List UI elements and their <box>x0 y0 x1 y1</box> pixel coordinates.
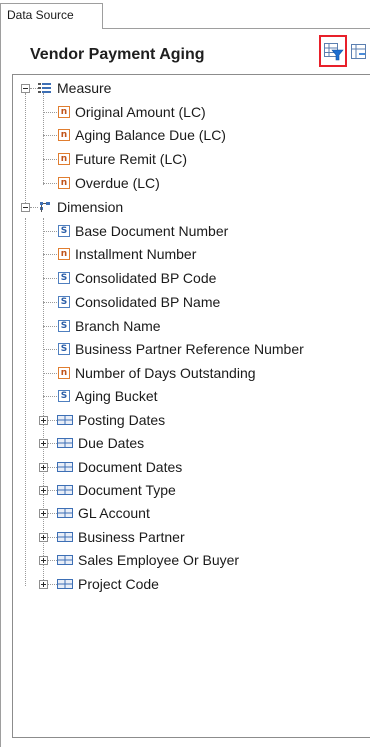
group-due-dates[interactable]: Due Dates <box>57 433 144 453</box>
string-field-icon: S <box>58 272 70 284</box>
expand-toggle[interactable] <box>39 533 48 542</box>
group-project-code[interactable]: Project Code <box>57 574 159 594</box>
field-consolidated-bp-code[interactable]: S Consolidated BP Code <box>58 268 216 288</box>
expand-toggle[interactable] <box>39 439 48 448</box>
tree-node-measure[interactable]: Measure <box>38 78 111 98</box>
numeric-field-icon: n <box>58 153 70 165</box>
numeric-field-icon: n <box>58 129 70 141</box>
page-title: Vendor Payment Aging <box>30 46 205 63</box>
field-original-amount[interactable]: n Original Amount (LC) <box>58 102 206 122</box>
group-business-partner[interactable]: Business Partner <box>57 527 185 547</box>
string-field-icon: S <box>58 390 70 402</box>
folder-group-icon <box>57 462 73 472</box>
tree-node-label: Dimension <box>57 199 124 215</box>
field-installment-number[interactable]: n Installment Number <box>58 244 196 264</box>
numeric-field-icon: n <box>58 177 70 189</box>
folder-group-icon <box>57 579 73 589</box>
folder-group-icon <box>57 532 73 542</box>
string-field-icon: S <box>58 343 70 355</box>
layout-button[interactable] <box>350 42 370 62</box>
dimension-icon <box>40 202 50 212</box>
expand-toggle[interactable] <box>39 580 48 589</box>
folder-group-icon <box>57 415 73 425</box>
field-branch-name[interactable]: S Branch Name <box>58 316 161 336</box>
string-field-icon: S <box>58 296 70 308</box>
group-posting-dates[interactable]: Posting Dates <box>57 410 165 430</box>
field-base-document-number[interactable]: S Base Document Number <box>58 221 228 241</box>
filter-button[interactable] <box>319 35 347 67</box>
group-document-type[interactable]: Document Type <box>57 480 176 500</box>
measure-icon <box>38 83 51 93</box>
dimension-collapse-toggle[interactable] <box>21 203 30 212</box>
group-gl-account[interactable]: GL Account <box>57 503 150 523</box>
group-sales-employee-or-buyer[interactable]: Sales Employee Or Buyer <box>57 550 239 570</box>
numeric-field-icon: n <box>58 248 70 260</box>
filter-icon <box>324 43 344 61</box>
group-document-dates[interactable]: Document Dates <box>57 457 182 477</box>
expand-toggle[interactable] <box>39 556 48 565</box>
tree-node-label: Measure <box>57 80 112 96</box>
expand-toggle[interactable] <box>39 509 48 518</box>
string-field-icon: S <box>58 225 70 237</box>
measure-collapse-toggle[interactable] <box>21 84 30 93</box>
data-source-pane: Data Source Vendor Payment Aging Measure… <box>0 0 370 747</box>
table-settings-icon <box>351 44 366 59</box>
field-aging-balance-due[interactable]: n Aging Balance Due (LC) <box>58 125 226 145</box>
field-tree: Measure n Original Amount (LC) n Aging B… <box>12 74 370 738</box>
field-bp-reference-number[interactable]: S Business Partner Reference Number <box>58 339 304 359</box>
folder-group-icon <box>57 508 73 518</box>
field-aging-bucket[interactable]: S Aging Bucket <box>58 386 158 406</box>
tab-data-source[interactable]: Data Source <box>0 3 103 28</box>
expand-toggle[interactable] <box>39 463 48 472</box>
tab-strip: Data Source <box>0 0 370 29</box>
tree-node-dimension[interactable]: Dimension <box>38 197 123 217</box>
field-days-outstanding[interactable]: n Number of Days Outstanding <box>58 363 256 383</box>
folder-group-icon <box>57 485 73 495</box>
field-future-remit[interactable]: n Future Remit (LC) <box>58 149 187 169</box>
string-field-icon: S <box>58 320 70 332</box>
folder-group-icon <box>57 555 73 565</box>
field-overdue[interactable]: n Overdue (LC) <box>58 173 160 193</box>
expand-toggle[interactable] <box>39 416 48 425</box>
field-consolidated-bp-name[interactable]: S Consolidated BP Name <box>58 292 220 312</box>
folder-group-icon <box>57 438 73 448</box>
numeric-field-icon: n <box>58 367 70 379</box>
numeric-field-icon: n <box>58 106 70 118</box>
expand-toggle[interactable] <box>39 486 48 495</box>
